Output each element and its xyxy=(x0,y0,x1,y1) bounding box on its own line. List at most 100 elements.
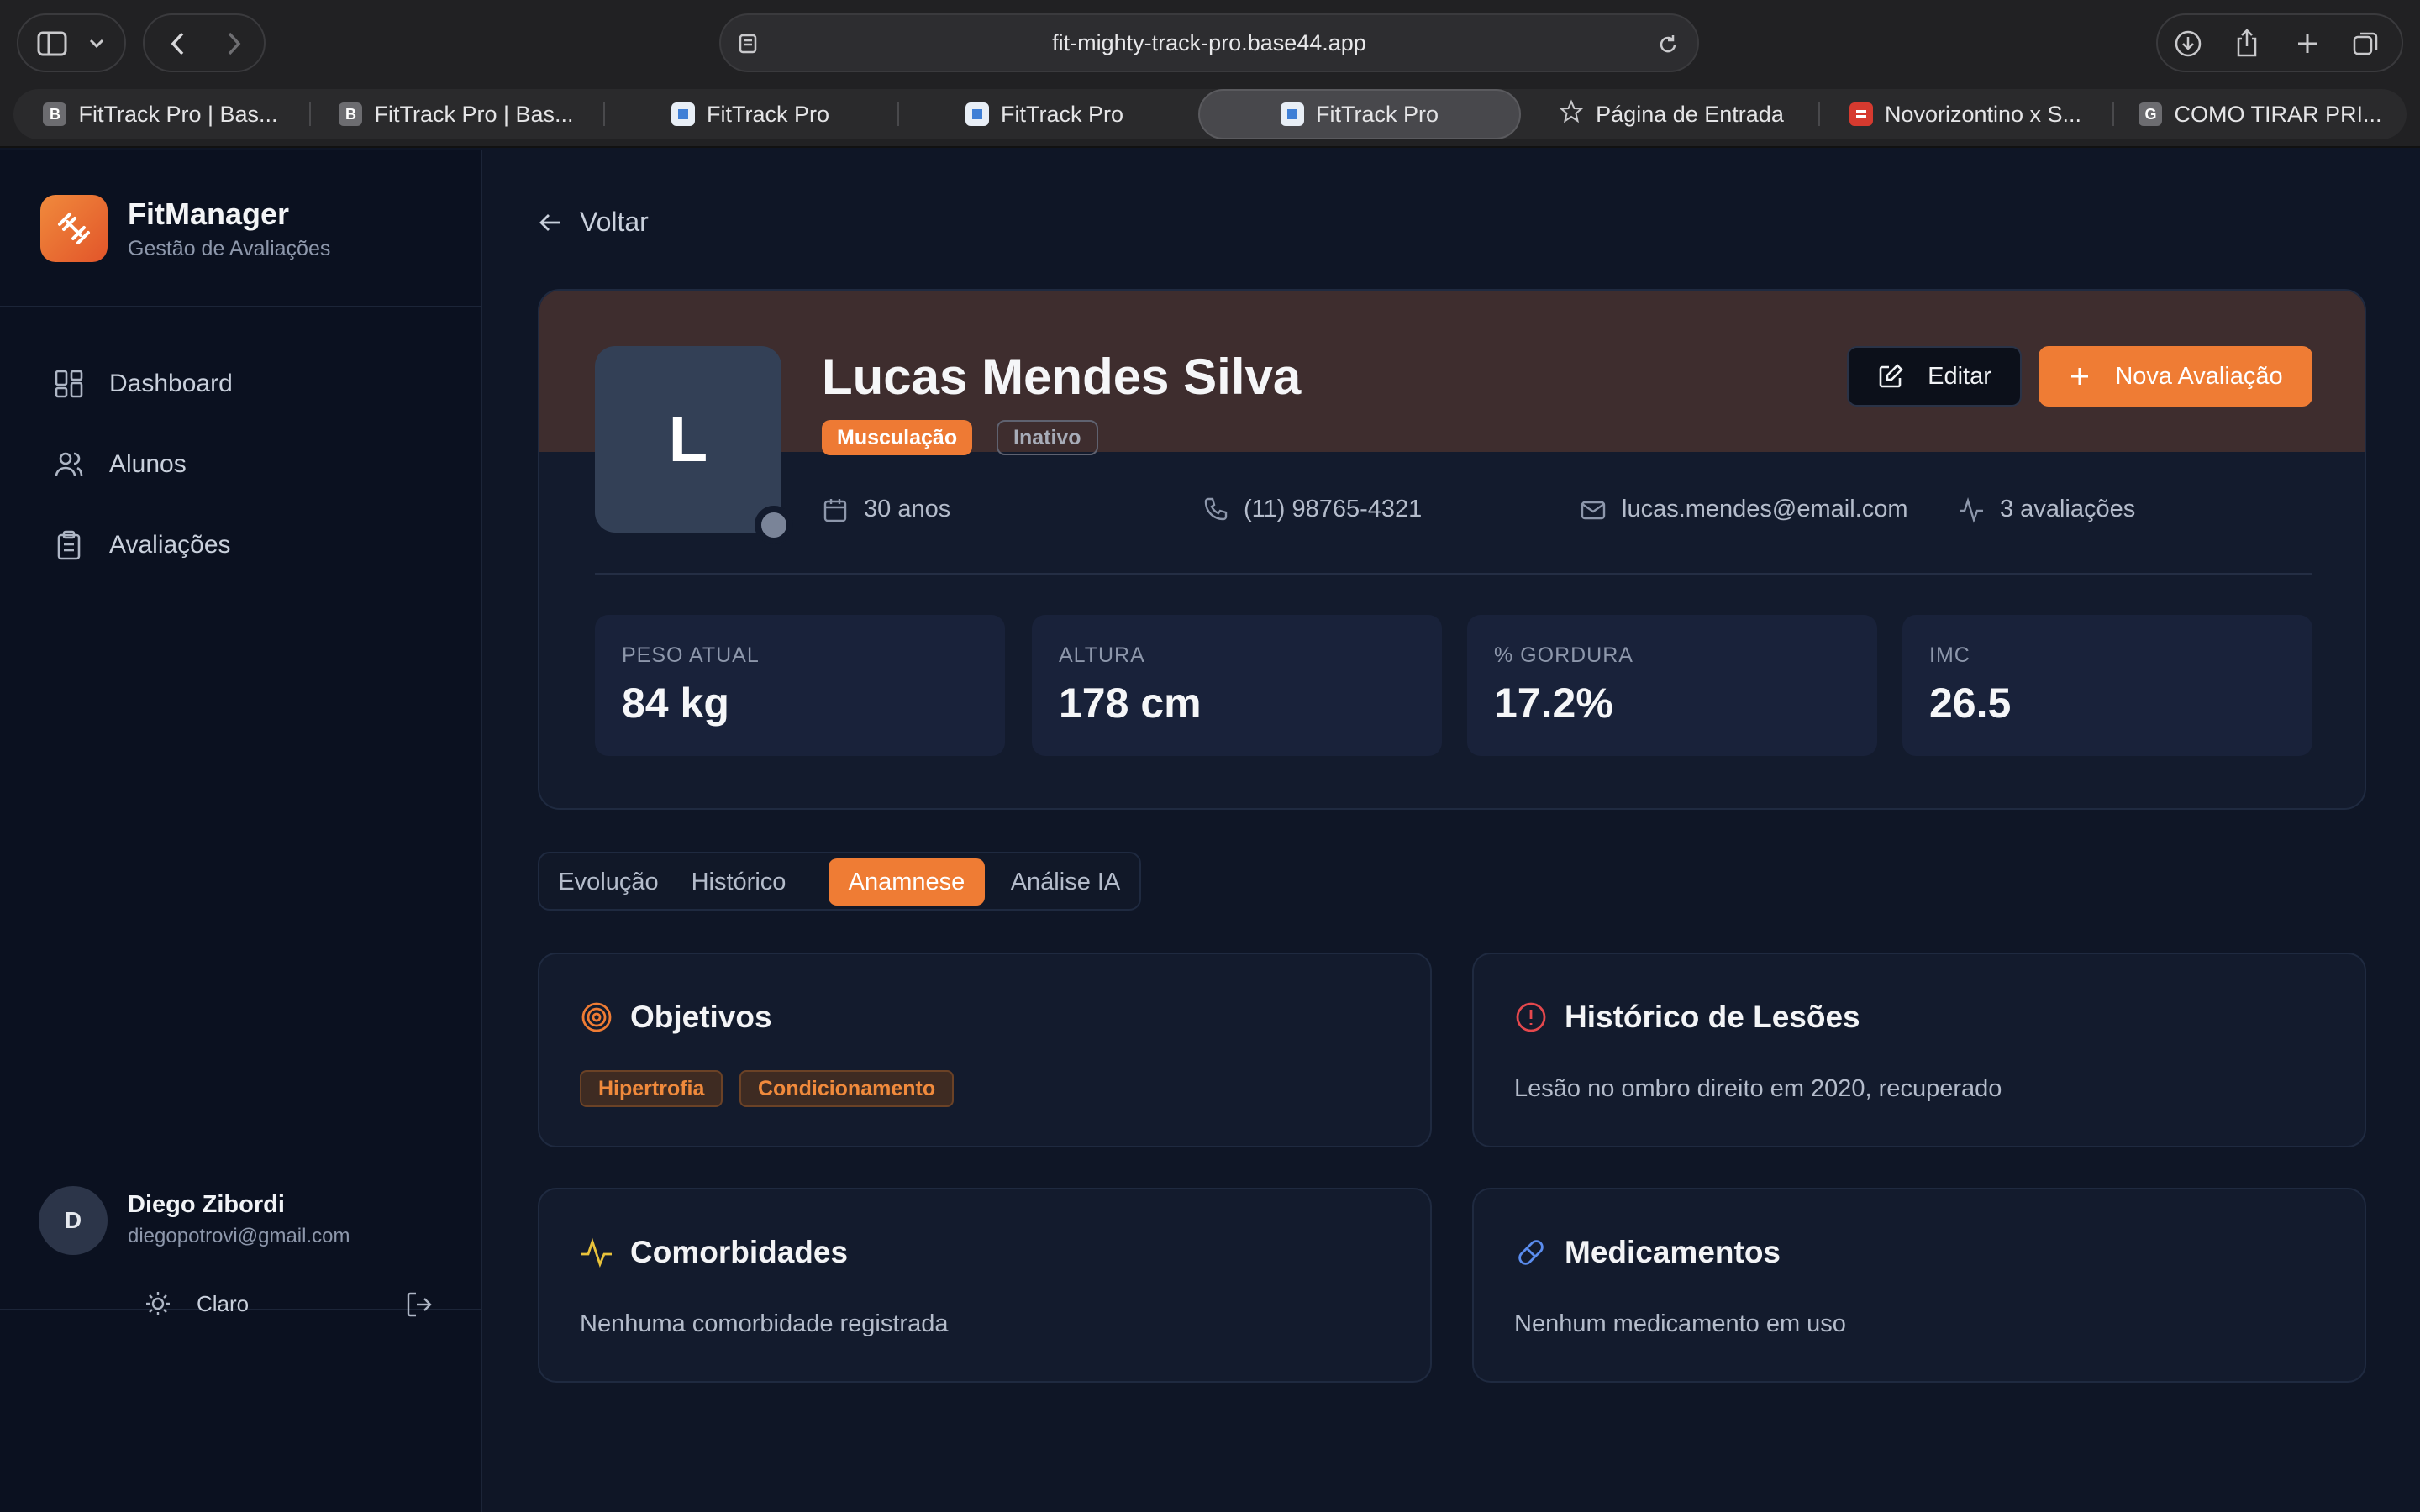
stat-label: IMC xyxy=(1929,643,1970,667)
dashboard-icon xyxy=(55,370,83,398)
address-bar[interactable]: fit-mighty-track-pro.base44.app xyxy=(719,13,1699,72)
student-avatar: L xyxy=(595,346,781,533)
new-evaluation-button[interactable]: Nova Avaliação xyxy=(2039,346,2312,407)
student-name: Lucas Mendes Silva xyxy=(822,349,1302,405)
sun-icon xyxy=(146,1292,170,1315)
sidebar-item-avaliacoes[interactable]: Avaliações xyxy=(54,524,231,566)
alert-circle-icon xyxy=(1516,1002,1546,1032)
card-title: Objetivos xyxy=(580,1000,772,1035)
browser-tab[interactable]: FitTrack Pro xyxy=(899,89,1190,139)
card-title: Comorbidades xyxy=(580,1235,848,1270)
tab-overview-icon[interactable] xyxy=(2351,29,2381,59)
brand-subtitle: Gestão de Avaliações xyxy=(128,237,331,260)
logout-icon xyxy=(407,1292,432,1317)
history-nav-group xyxy=(143,13,266,72)
target-icon xyxy=(581,1002,612,1032)
email-info: lucas.mendes@email.com xyxy=(1580,496,1908,523)
stat-value: 178 cm xyxy=(1059,680,1202,727)
edit-button[interactable]: Editar xyxy=(1847,346,2022,407)
stat-height: ALTURA 178 cm xyxy=(1032,615,1442,756)
age-info: 30 anos xyxy=(822,496,950,523)
browser-tab[interactable]: FitTrack Pro xyxy=(605,89,896,139)
sidebar: FitManager Gestão de Avaliações Dashboar… xyxy=(0,150,482,1512)
stat-weight: PESO ATUAL 84 kg xyxy=(595,615,1005,756)
star-icon xyxy=(1559,99,1584,130)
sidebar-toggle-group[interactable] xyxy=(17,13,126,72)
browser-tab[interactable]: B FitTrack Pro | Bas... xyxy=(311,89,602,139)
sidebar-item-label: Avaliações xyxy=(109,531,231,559)
stat-label: ALTURA xyxy=(1059,643,1145,667)
tab-historico[interactable]: Histórico xyxy=(676,858,802,906)
tab-evolucao[interactable]: Evolução xyxy=(550,858,667,906)
tab-label: Página de Entrada xyxy=(1596,101,1784,127)
app-logo[interactable] xyxy=(40,195,108,262)
back-arrow-icon[interactable] xyxy=(163,29,193,59)
user-email: diegopotrovi@gmail.com xyxy=(128,1225,350,1247)
stat-value: 17.2% xyxy=(1494,680,1613,727)
status-indicator xyxy=(755,506,793,544)
card-title-text: Objetivos xyxy=(630,1000,772,1034)
tab-favicon: B xyxy=(339,102,363,126)
tab-favicon xyxy=(965,102,989,126)
stat-bmi: IMC 26.5 xyxy=(1902,615,2312,756)
phone-icon xyxy=(1204,497,1228,520)
sidebar-toggle-icon[interactable] xyxy=(35,29,69,59)
browser-tab[interactable]: Novorizontino x S... xyxy=(1820,89,2111,139)
phone-text: (11) 98765-4321 xyxy=(1244,496,1423,522)
browser-tab[interactable]: Página de Entrada xyxy=(1526,89,1817,139)
dumbbell-icon xyxy=(58,213,90,244)
tab-label: FitTrack Pro | Bas... xyxy=(78,101,278,127)
stat-label: PESO ATUAL xyxy=(622,643,760,667)
stat-label: % GORDURA xyxy=(1494,643,1634,667)
profile-tabs: Evolução Histórico Anamnese Análise IA xyxy=(538,852,1141,911)
student-profile-card: L Lucas Mendes Silva Musculação Inativo … xyxy=(538,289,2366,810)
objective-tag: Condicionamento xyxy=(739,1070,955,1107)
calendar-icon xyxy=(823,498,847,522)
tab-label: FitTrack Pro xyxy=(1315,101,1439,127)
download-icon[interactable] xyxy=(2173,29,2203,59)
stat-body-fat: % GORDURA 17.2% xyxy=(1467,615,1877,756)
tab-label: FitTrack Pro xyxy=(1000,101,1123,127)
evaluations-info: 3 avaliações xyxy=(1958,496,2135,523)
sidebar-item-alunos[interactable]: Alunos xyxy=(54,444,187,486)
mail-icon xyxy=(1581,501,1606,519)
browser-tab[interactable]: B FitTrack Pro | Bas... xyxy=(13,89,308,139)
back-button[interactable]: Voltar xyxy=(538,207,649,238)
share-icon[interactable] xyxy=(2232,27,2262,59)
edit-label: Editar xyxy=(1928,362,1991,390)
tab-label: FitTrack Pro xyxy=(706,101,829,127)
theme-toggle-button[interactable]: Claro xyxy=(145,1290,249,1317)
comorbidities-text: Nenhuma comorbidade registrada xyxy=(580,1310,949,1337)
modality-badge: Musculação xyxy=(822,420,973,455)
injuries-text: Lesão no ombro direito em 2020, recupera… xyxy=(1514,1075,2002,1102)
forward-arrow-icon[interactable] xyxy=(218,29,249,59)
activity-icon xyxy=(1960,496,1983,523)
card-title-text: Histórico de Lesões xyxy=(1565,1000,1860,1034)
reload-icon[interactable] xyxy=(1654,30,1682,59)
evaluations-text: 3 avaliações xyxy=(2000,496,2136,522)
tab-favicon xyxy=(1280,102,1304,126)
tab-label: COMO TIRAR PRI... xyxy=(2174,101,2382,127)
brand-name: FitManager xyxy=(128,197,290,231)
tab-favicon xyxy=(671,102,695,126)
comorbidities-card: Comorbidades Nenhuma comorbidade registr… xyxy=(538,1188,1432,1383)
medications-text: Nenhum medicamento em uso xyxy=(1514,1310,1846,1337)
tab-label: FitTrack Pro | Bas... xyxy=(374,101,574,127)
objective-tag: Hipertrofia xyxy=(580,1070,723,1107)
tab-label: Novorizontino x S... xyxy=(1884,101,2082,127)
logout-button[interactable] xyxy=(405,1290,434,1323)
sidebar-item-dashboard[interactable]: Dashboard xyxy=(54,363,233,405)
browser-tab-active[interactable]: FitTrack Pro xyxy=(1198,89,1521,139)
avatar: D xyxy=(39,1186,108,1255)
sidebar-item-label: Dashboard xyxy=(109,370,233,397)
phone-info: (11) 98765-4321 xyxy=(1202,496,1422,523)
injuries-card: Histórico de Lesões Lesão no ombro direi… xyxy=(1472,953,2366,1147)
tab-anamnese[interactable]: Anamnese xyxy=(829,858,985,906)
new-evaluation-label: Nova Avaliação xyxy=(2115,362,2283,390)
email-text: lucas.mendes@email.com xyxy=(1622,496,1908,522)
browser-tab[interactable]: G COMO TIRAR PRI... xyxy=(2114,89,2407,139)
new-tab-icon[interactable] xyxy=(2292,29,2323,59)
tab-analise-ia[interactable]: Análise IA xyxy=(993,858,1138,906)
tab-strip: B FitTrack Pro | Bas... B FitTrack Pro |… xyxy=(13,89,2407,139)
chevron-down-icon[interactable] xyxy=(84,30,109,57)
